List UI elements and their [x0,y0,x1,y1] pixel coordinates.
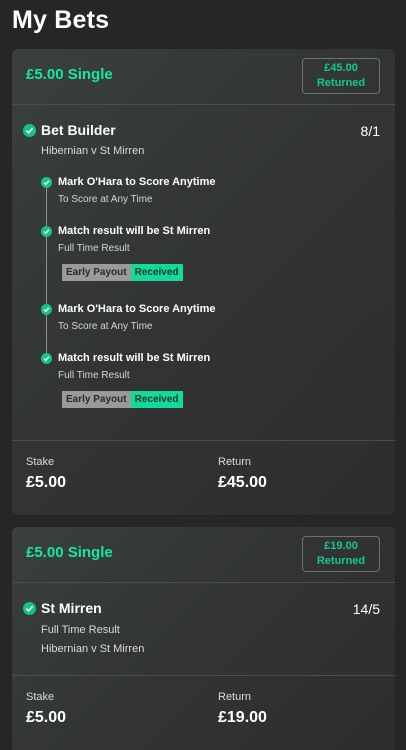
legs-connector-line [46,182,47,359]
bet-card[interactable]: £5.00 Single £45.00 Returned Bet Builder… [12,49,395,515]
divider [12,675,395,676]
market-name: Full Time Result [41,624,120,636]
return-label: Return [218,456,252,468]
bet-type-title: £5.00 Single [26,66,113,83]
bet-card-header: £5.00 Single £19.00 Returned [12,527,395,583]
event-name: Hibernian v St Mirren [41,145,145,157]
selection-title: Bet Builder [41,122,116,138]
selection-title: St Mirren [41,600,102,616]
stake-label: Stake [26,691,55,703]
return-value: £45.00 [218,474,267,491]
selection-odds: 8/1 [360,123,380,139]
bet-type-title: £5.00 Single [26,544,113,561]
stake-label: Stake [26,456,55,468]
returned-amount: £19.00 [324,540,358,552]
returned-label: Returned [316,555,366,567]
return-value: £19.00 [218,709,267,726]
early-payout-tag: Early Payout [62,391,131,408]
stake-value: £5.00 [26,474,67,491]
returned-label: Returned [316,77,366,89]
check-circle-icon [41,353,52,364]
event-name: Hibernian v St Mirren [41,643,145,655]
stake-value: £5.00 [26,709,67,726]
received-tag: Received [130,264,183,281]
page-title: My Bets [12,6,110,34]
leg-market: To Score at Any Time [58,321,153,332]
check-circle-icon [41,304,52,315]
selection-odds: 14/5 [352,601,380,617]
early-payout-tags: Early Payout Received [62,264,183,281]
bet-card-header: £5.00 Single £45.00 Returned [12,49,395,105]
check-circle-icon [23,124,36,137]
leg-title: Mark O'Hara to Score Anytime [58,176,216,188]
returned-badge: £19.00 Returned [302,536,380,572]
received-tag: Received [130,391,183,408]
leg-market: To Score at Any Time [58,194,153,205]
check-circle-icon [41,226,52,237]
early-payout-tag: Early Payout [62,264,131,281]
bet-card[interactable]: £5.00 Single £19.00 Returned St Mirren 1… [12,527,395,750]
divider [12,440,395,441]
return-label: Return [218,691,252,703]
leg-market: Full Time Result [58,243,130,254]
returned-badge: £45.00 Returned [302,58,380,94]
returned-amount: £45.00 [324,62,358,74]
check-circle-icon [23,602,36,615]
early-payout-tags: Early Payout Received [62,391,183,408]
leg-title: Match result will be St Mirren [58,352,211,364]
leg-title: Mark O'Hara to Score Anytime [58,303,216,315]
leg-market: Full Time Result [58,370,130,381]
leg-title: Match result will be St Mirren [58,225,211,237]
check-circle-icon [41,177,52,188]
